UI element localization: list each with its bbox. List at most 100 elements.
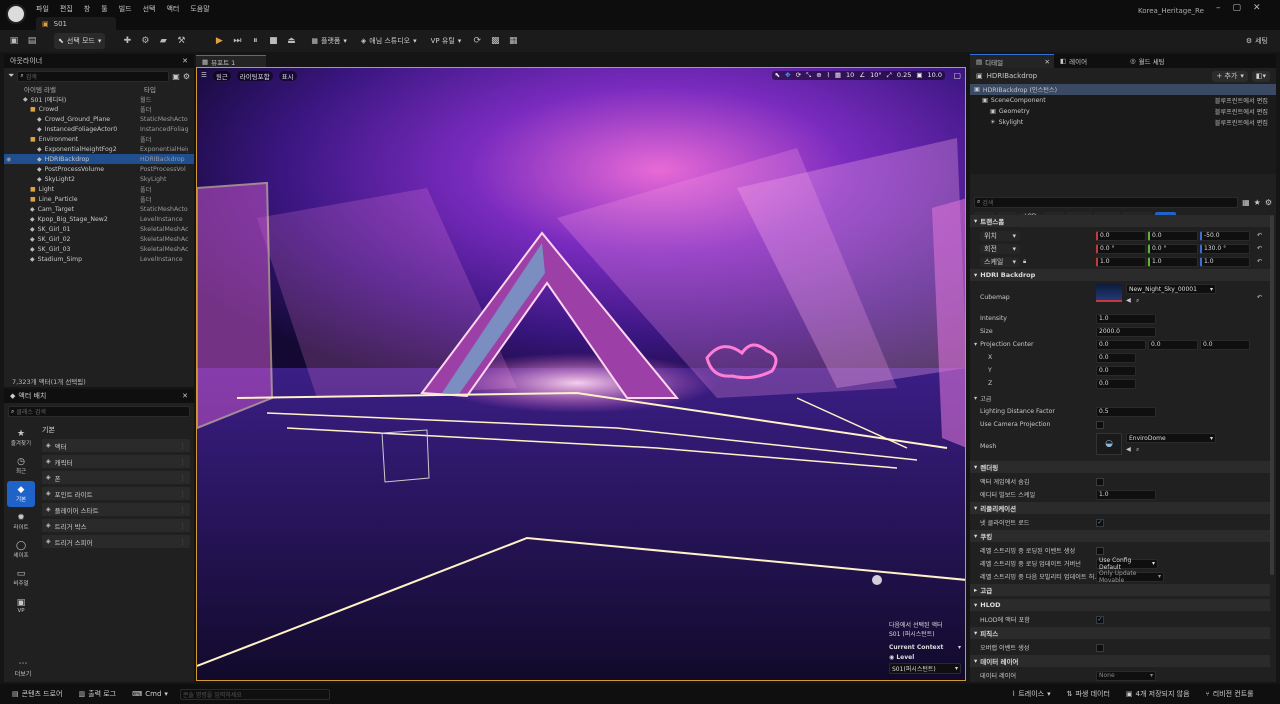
gear-icon[interactable]: ⚙ xyxy=(183,72,190,81)
location-dropdown[interactable]: 위치 ▾ xyxy=(980,230,1020,241)
menu-help[interactable]: 도움말 xyxy=(190,4,209,14)
rotation-dropdown[interactable]: 회전 ▾ xyxy=(980,243,1020,254)
menu-edit[interactable]: 편집 xyxy=(60,4,73,14)
component-row[interactable]: ▣ HDRIBackdrop (인스턴스) xyxy=(970,84,1276,95)
actor-item[interactable]: ◈ 액터 ⋮ xyxy=(42,439,190,452)
viewport-tab[interactable]: ▦ 뷰포트 1 xyxy=(196,55,266,67)
scale-z[interactable]: 1.0 xyxy=(1200,256,1250,267)
scale-snap-icon[interactable]: ⤢ xyxy=(887,71,892,80)
settings-item[interactable]: ⋯ 더보기 xyxy=(10,659,36,678)
component-row[interactable]: ▣ Geometry 블루프린트에서 편집 xyxy=(970,106,1276,117)
show-button[interactable]: 표시 xyxy=(278,71,297,81)
actor-item[interactable]: ◈ 플레이어 스타트 ⋮ xyxy=(42,503,190,516)
drag-handle-icon[interactable]: ⋮ xyxy=(180,538,187,546)
maximize-icon[interactable]: ▢ xyxy=(1233,3,1242,13)
actor-item[interactable]: ◈ 트리거 스피어 ⋮ xyxy=(42,535,190,548)
update-dropdown[interactable]: Only Update Movable ▾ xyxy=(1096,570,1164,584)
drag-handle-icon[interactable]: ⋮ xyxy=(180,458,187,466)
outliner-row[interactable]: ◆ ExponentialHeightFog2 ExponentialHeig xyxy=(4,144,194,154)
viewport[interactable]: ☰ 원근 라이팅포함 표시 ⬉ ✥ ⟳ ⤡ ⊕ ⌇ ▦ 10 ∠ 10° ⤢ 0.25… xyxy=(196,67,966,681)
play-options-icon[interactable]: ⏭ xyxy=(231,35,243,47)
grid-icon[interactable]: ▦ xyxy=(835,71,841,80)
overlap-checkbox[interactable] xyxy=(1096,643,1104,652)
section-data-layers[interactable]: ▾ 데이터 레이어 xyxy=(970,655,1270,667)
outliner-row[interactable]: ◆ Kpop_Big_Stage_New2 LevelInstance xyxy=(4,214,194,224)
outliner-row[interactable]: ◆ Cam_Target StaticMeshActor xyxy=(4,204,194,214)
eject-icon[interactable]: ⏏ xyxy=(285,35,297,47)
component-row[interactable]: ☀ Skylight 블루프린트에서 편집 xyxy=(970,117,1276,128)
place-category-3[interactable]: ✹ 라이트 xyxy=(7,509,35,535)
settings-button[interactable]: ⚙ 세팅 xyxy=(1242,33,1272,49)
edit-in-blueprint-link[interactable]: 블루프린트에서 편집 xyxy=(1215,96,1268,105)
place-category-2[interactable]: ◆ 기본 xyxy=(7,481,35,507)
reset-icon[interactable]: ↶ xyxy=(1257,258,1262,265)
vp-button[interactable]: VP 유틸 ▾ xyxy=(427,33,466,49)
minimize-icon[interactable]: – xyxy=(1216,3,1221,13)
advanced-row[interactable]: ▾ 고급 xyxy=(970,392,1270,405)
lock-icon[interactable]: 🔒︎ xyxy=(1023,258,1026,266)
proj-x[interactable]: 0.0 xyxy=(1096,339,1146,350)
outliner-row[interactable]: ◆ SK_Girl_02 SkeletalMeshAc xyxy=(4,234,194,244)
location-y[interactable]: 0.0 xyxy=(1148,230,1198,241)
level-tab[interactable]: ▣ S01 xyxy=(36,17,116,30)
build-icon[interactable]: ⚒ xyxy=(175,35,187,47)
grid-value[interactable]: 10 xyxy=(846,71,854,80)
stop-icon[interactable]: ■ xyxy=(267,35,279,47)
section-hlod[interactable]: ▾ HLOD xyxy=(970,599,1270,611)
proj-x-input[interactable]: 0.0 xyxy=(1096,352,1136,363)
actor-item[interactable]: ◈ 트리거 박스 ⋮ xyxy=(42,519,190,532)
col-type[interactable]: 타입 xyxy=(144,84,156,94)
record-icon[interactable]: ▩ xyxy=(489,35,501,47)
outliner-row[interactable]: ◆ Stadium_Simp LevelInstance xyxy=(4,254,194,264)
pause-icon[interactable]: ⏸ xyxy=(249,35,261,47)
tab-layers[interactable]: ◧ 레이어 xyxy=(1054,54,1124,68)
edit-in-blueprint-link[interactable]: 블루프린트에서 편집 xyxy=(1215,118,1268,127)
save-icon[interactable]: ▣ xyxy=(8,35,20,47)
scale-icon[interactable]: ⤡ xyxy=(806,71,811,80)
place-category-1[interactable]: ◷ 최근 xyxy=(7,453,35,479)
add-folder-icon[interactable]: ▣ xyxy=(172,72,180,81)
rotation-z[interactable]: 130.0 ° xyxy=(1200,243,1250,254)
visibility-icon[interactable]: ◉ xyxy=(4,156,16,163)
add-component-button[interactable]: + 추가 ▾ xyxy=(1212,70,1248,82)
world-icon[interactable]: ⊕ xyxy=(816,71,821,80)
move-icon[interactable]: ✥ xyxy=(785,71,790,80)
outliner-row[interactable]: ◆ SK_Girl_03 SkeletalMeshAc xyxy=(4,244,194,254)
console-input[interactable]: 콘솔 명령을 입력하세요 xyxy=(179,688,330,700)
speed-value[interactable]: 10.0 xyxy=(928,71,942,80)
mesh-thumbnail[interactable]: ◒ xyxy=(1096,433,1122,455)
outliner-row[interactable]: ◉ ◆ HDRIBackdrop HDRIBackdrop xyxy=(4,154,194,164)
unsaved-button[interactable]: ▣ 4개 저장되지 않음 xyxy=(1122,686,1194,702)
menu-select[interactable]: 선택 xyxy=(143,4,156,14)
mesh-dropdown[interactable]: EnviroDome ▾ xyxy=(1126,433,1216,443)
menu-build[interactable]: 빌드 xyxy=(119,4,132,14)
use-camera-checkbox[interactable] xyxy=(1096,420,1104,429)
section-replication[interactable]: ▾ 리플리케이션 xyxy=(970,502,1270,514)
component-row[interactable]: ▣ SceneComponent 블루프린트에서 편집 xyxy=(970,95,1276,106)
trace-button[interactable]: ⌇ 트레이스 ▾ xyxy=(1008,686,1055,702)
star-icon[interactable]: ★ xyxy=(1254,198,1261,207)
scale-dropdown[interactable]: 스케일 ▾ xyxy=(980,256,1020,267)
actor-name[interactable]: HDRIBackdrop xyxy=(987,72,1037,80)
cubemap-thumbnail[interactable] xyxy=(1096,284,1122,302)
runtime-grid-dropdown[interactable]: Use Config Default ▾ xyxy=(1096,557,1158,571)
place-category-0[interactable]: ★ 즐겨찾기 xyxy=(7,425,35,451)
edit-in-blueprint-link[interactable]: 블루프린트에서 편집 xyxy=(1215,107,1268,116)
outliner-search-input[interactable]: ⌕ 검색 xyxy=(17,70,170,82)
outliner-row[interactable]: ◆ PostProcessVolume PostProcessVol xyxy=(4,164,194,174)
close-icon[interactable]: ✕ xyxy=(1045,58,1050,66)
class-search-input[interactable]: ⌕ 클래스 검색 xyxy=(8,406,190,417)
cmd-dropdown[interactable]: ⌨ Cmd ▾ xyxy=(128,686,172,702)
unreal-logo-icon[interactable] xyxy=(6,4,26,24)
actor-item[interactable]: ◈ 캐릭터 ⋮ xyxy=(42,455,190,468)
outliner-row[interactable]: ◆ S01 (에디터) 월드 xyxy=(4,94,194,104)
outliner-row[interactable]: ■ Line_Particle 폴더 xyxy=(4,194,194,204)
extra-icon[interactable]: ▦ xyxy=(507,35,519,47)
drag-handle-icon[interactable]: ⋮ xyxy=(180,490,187,498)
browse-icon[interactable]: ⌕ xyxy=(1136,297,1139,305)
data-layer-dropdown[interactable]: None ▾ xyxy=(1096,670,1156,681)
rotate-icon[interactable]: ⟳ xyxy=(796,71,801,80)
section-hdri[interactable]: ▾ HDRI Backdrop xyxy=(970,269,1270,281)
cinematic-icon[interactable]: ▰ xyxy=(157,35,169,47)
perspective-button[interactable]: 원근 xyxy=(212,71,231,81)
